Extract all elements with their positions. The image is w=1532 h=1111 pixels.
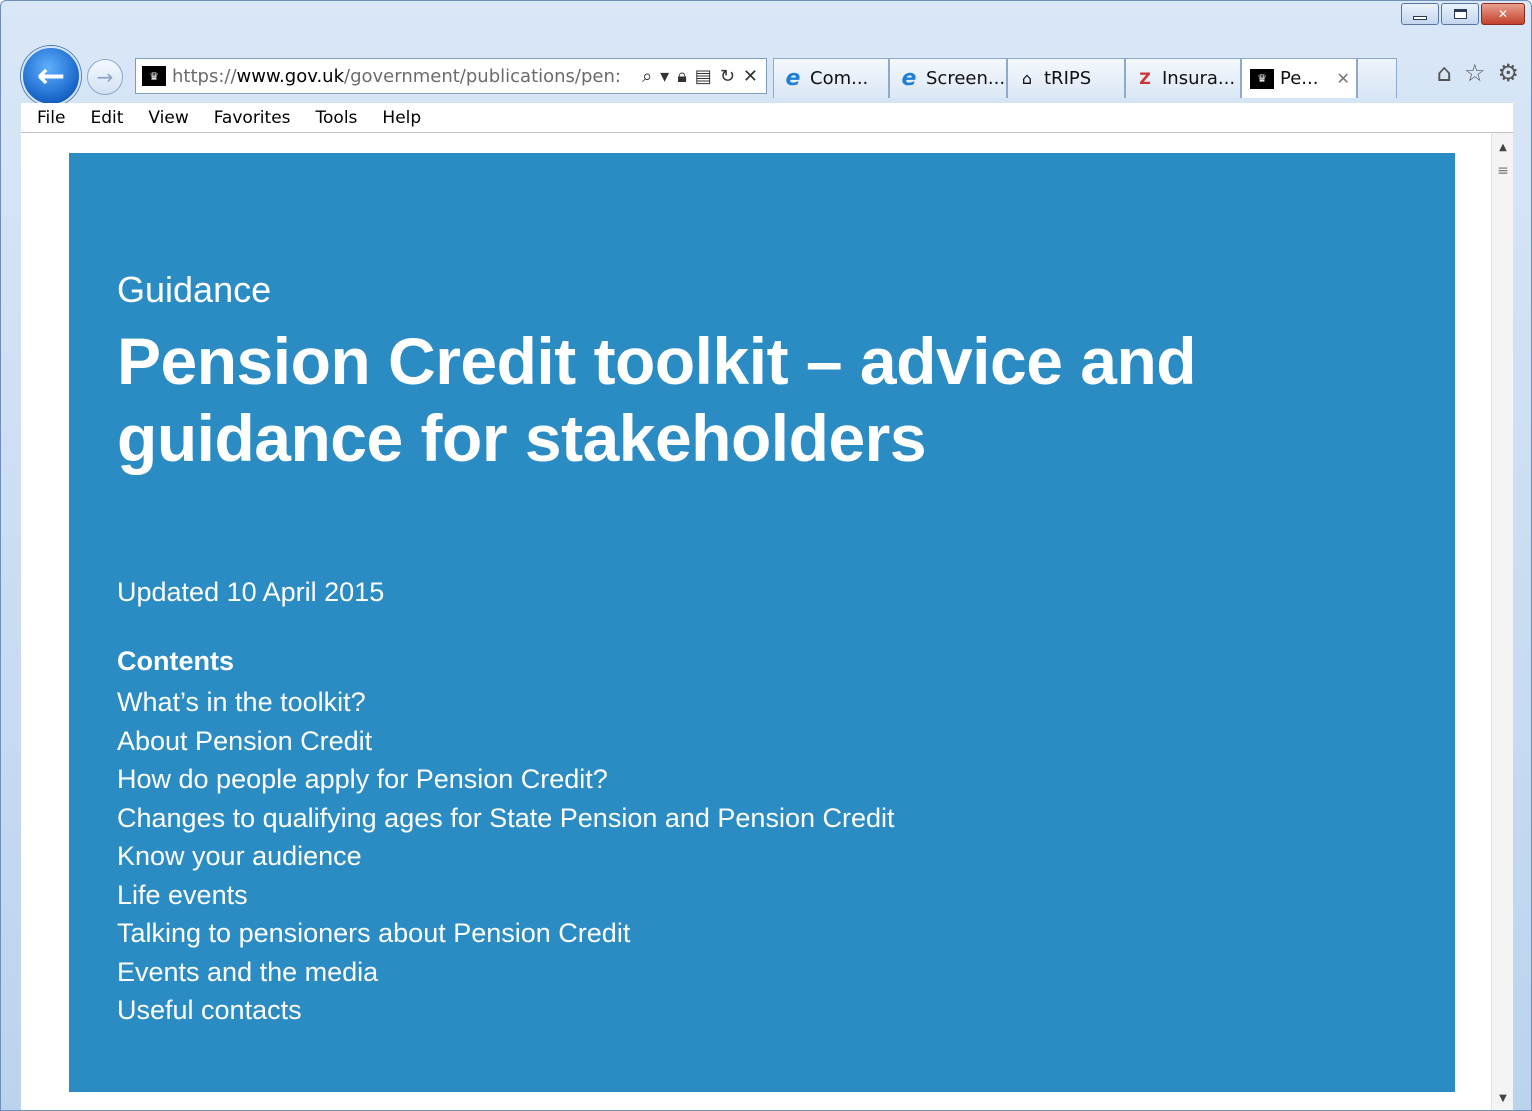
- minimize-button[interactable]: [1401, 3, 1439, 25]
- contents-link[interactable]: Events and the media: [117, 953, 895, 992]
- lock-icon[interactable]: 🔒︎: [677, 66, 687, 87]
- scroll-down-arrow-icon[interactable]: ▼: [1492, 1088, 1513, 1108]
- tab-label: Insura...: [1162, 68, 1236, 89]
- contents-link[interactable]: What’s in the toolkit?: [117, 683, 895, 722]
- contents-link[interactable]: How do people apply for Pension Credit?: [117, 760, 895, 799]
- url-host: www.gov.uk: [236, 65, 345, 87]
- vertical-scrollbar[interactable]: ▲ ≡ ▼: [1491, 133, 1513, 1110]
- window-caption-buttons: ✕: [1399, 3, 1525, 25]
- menu-tools[interactable]: Tools: [316, 108, 358, 128]
- tab-label: Pe...: [1280, 68, 1319, 89]
- insurance-icon: Z: [1139, 69, 1151, 88]
- contents-link[interactable]: Talking to pensioners about Pension Cred…: [117, 914, 895, 953]
- menu-edit[interactable]: Edit: [90, 108, 123, 128]
- browser-window: ✕ ← → ♛ https://www.gov.uk/government/pu…: [0, 0, 1532, 1111]
- menu-file[interactable]: File: [37, 108, 65, 128]
- contents-link[interactable]: Useful contacts: [117, 991, 895, 1030]
- close-window-button[interactable]: ✕: [1481, 3, 1525, 25]
- toolbar-icons: ⌂ ☆ ⚙: [1437, 59, 1519, 87]
- forward-arrow-icon: →: [96, 65, 114, 89]
- minimize-icon: [1413, 16, 1427, 20]
- menu-favorites[interactable]: Favorites: [214, 108, 291, 128]
- url-path: /government/publications/pen:: [344, 65, 621, 87]
- contents-link[interactable]: Changes to qualifying ages for State Pen…: [117, 799, 895, 838]
- contents-link[interactable]: Know your audience: [117, 837, 895, 876]
- refresh-icon[interactable]: ↻: [720, 66, 735, 87]
- ie-icon: e: [901, 66, 917, 91]
- menu-bar: File Edit View Favorites Tools Help: [21, 103, 1513, 133]
- scroll-thumb-grip-icon[interactable]: ≡: [1494, 163, 1512, 179]
- tab-com[interactable]: e Com...: [773, 58, 889, 98]
- back-arrow-icon: ←: [36, 56, 66, 96]
- compatibility-view-icon[interactable]: ▤: [695, 66, 712, 87]
- stop-icon[interactable]: ✕: [743, 66, 758, 87]
- favorites-star-icon[interactable]: ☆: [1464, 59, 1486, 87]
- tab-pension-credit[interactable]: ♛ Pe... ✕: [1241, 58, 1357, 98]
- navigation-bar: ← → ♛ https://www.gov.uk/government/publ…: [1, 41, 1531, 106]
- new-tab-button[interactable]: [1357, 58, 1397, 98]
- document-type-label: Guidance: [117, 269, 272, 310]
- trips-icon: ⌂: [1021, 69, 1033, 88]
- ie-icon: e: [785, 66, 801, 91]
- address-url[interactable]: https://www.gov.uk/government/publicatio…: [172, 66, 636, 87]
- tab-strip: e Com... e Screen... ⌂ tRIPS Z Insura...…: [773, 58, 1397, 98]
- search-icon[interactable]: ⌕: [642, 66, 652, 87]
- dropdown-arrow-icon[interactable]: ▾: [660, 66, 669, 87]
- hero-banner: Guidance Pension Credit toolkit – advice…: [69, 153, 1455, 1092]
- forward-button[interactable]: →: [87, 59, 123, 95]
- menu-help[interactable]: Help: [382, 108, 421, 128]
- address-bar[interactable]: ♛ https://www.gov.uk/government/publicat…: [135, 58, 767, 94]
- tab-label: Screen...: [926, 68, 1006, 89]
- contents-link[interactable]: Life events: [117, 876, 895, 915]
- page-viewport: Guidance Pension Credit toolkit – advice…: [21, 133, 1513, 1110]
- gear-icon[interactable]: ⚙: [1497, 59, 1519, 87]
- contents-link[interactable]: About Pension Credit: [117, 722, 895, 761]
- tab-screen[interactable]: e Screen...: [889, 58, 1007, 98]
- menu-view[interactable]: View: [148, 108, 188, 128]
- back-button[interactable]: ←: [21, 46, 81, 106]
- tab-label: Com...: [810, 68, 869, 89]
- maximize-icon: [1453, 9, 1467, 19]
- close-icon: ✕: [1497, 7, 1509, 21]
- scroll-up-arrow-icon[interactable]: ▲: [1492, 137, 1513, 157]
- home-icon[interactable]: ⌂: [1437, 59, 1452, 87]
- govuk-crown-icon: ♛: [142, 66, 166, 86]
- updated-date: Updated 10 April 2015: [117, 577, 385, 607]
- contents-heading: Contents: [117, 646, 234, 676]
- govuk-crown-icon: ♛: [1250, 68, 1274, 89]
- tab-insurance[interactable]: Z Insura...: [1125, 58, 1241, 98]
- page-title: Pension Credit toolkit – advice and guid…: [117, 324, 1197, 475]
- contents-list: What’s in the toolkit? About Pension Cre…: [117, 683, 895, 1030]
- close-tab-icon[interactable]: ✕: [1336, 69, 1349, 88]
- maximize-button[interactable]: [1441, 3, 1479, 25]
- tab-label: tRIPS: [1044, 68, 1092, 89]
- tab-trips[interactable]: ⌂ tRIPS: [1007, 58, 1125, 98]
- url-scheme: https://: [172, 65, 237, 87]
